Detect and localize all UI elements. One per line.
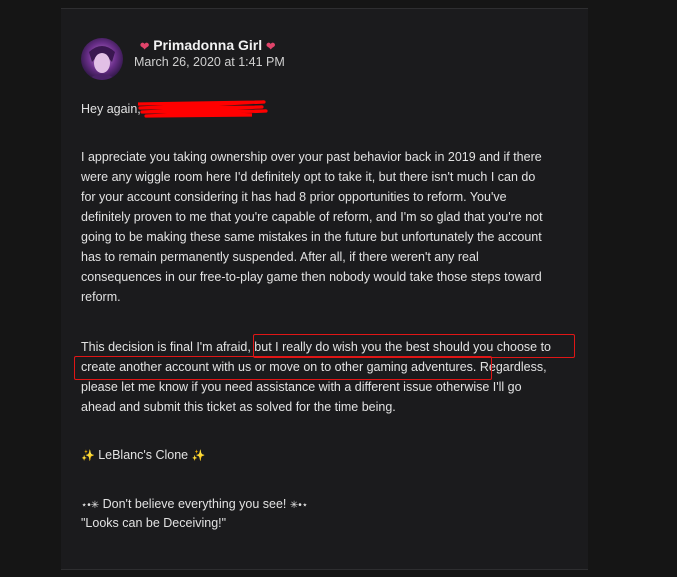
paragraph1-line: for your account considering it has had … (81, 190, 507, 204)
author-label: Primadonna Girl (153, 37, 263, 53)
paragraph1-line: definitely proven to me that you're capa… (81, 210, 543, 224)
highlight-annotation (253, 334, 575, 358)
greeting: Hey again, (81, 102, 141, 116)
paragraph2-line: ahead and submit this ticket as solved f… (81, 400, 396, 414)
star-icon: ✳•⋆ (289, 500, 308, 511)
sparkle-icon: ✨ (191, 450, 206, 462)
avatar[interactable] (81, 38, 123, 80)
post-card (61, 8, 588, 570)
signature-name: ✨ LeBlanc's Clone ✨ (81, 448, 206, 462)
signature-quote-2: "Looks can be Deceiving!" (81, 516, 227, 530)
redaction-scribble (137, 100, 268, 118)
heart-icon: ❤ (266, 41, 276, 53)
post-date: March 26, 2020 at 1:41 PM (134, 55, 285, 69)
paragraph1-line: were any wiggle room here I'd definitely… (81, 170, 536, 184)
paragraph1-line: I appreciate you taking ownership over y… (81, 150, 542, 164)
heart-icon: ❤ (140, 41, 150, 53)
paragraph1-line: consequences in our free-to-play game th… (81, 270, 542, 284)
star-icon: ⋆•✳ (81, 500, 100, 511)
sparkle-icon: ✨ (81, 450, 95, 462)
paragraph1-line: has to remain permanently suspended. Aft… (81, 250, 479, 264)
author-name[interactable]: ❤ Primadonna Girl ❤ (136, 37, 279, 53)
paragraph1-line: going to be making these same mistakes i… (81, 230, 542, 244)
paragraph1-line: reform. (81, 290, 121, 304)
highlight-annotation (74, 356, 492, 380)
paragraph2-line: please let me know if you need assistanc… (81, 380, 522, 394)
signature-quote: ⋆•✳ Don't believe everything you see! ✳•… (81, 497, 308, 511)
